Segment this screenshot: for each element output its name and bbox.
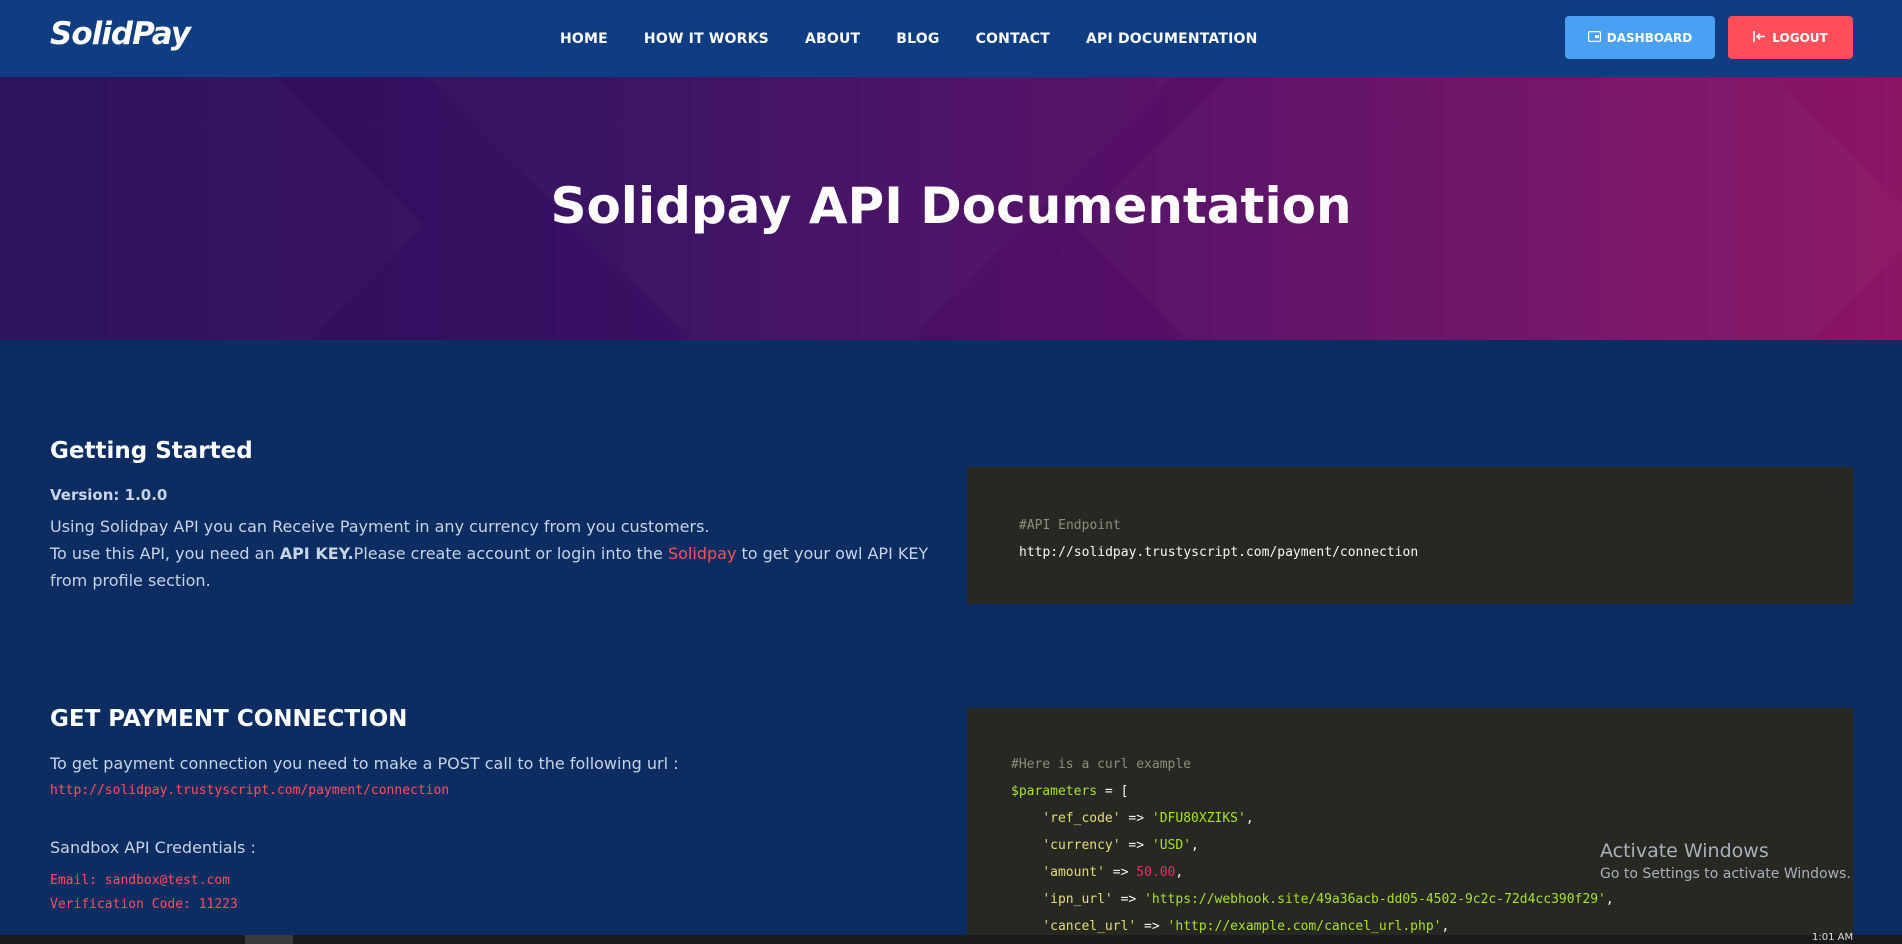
- param-key: 'ipn_url': [1042, 892, 1113, 907]
- nav-contact[interactable]: CONTACT: [976, 31, 1050, 47]
- nav-blog[interactable]: BLOG: [896, 31, 939, 47]
- taskbar-item[interactable]: [245, 935, 293, 944]
- curl-code-block: #Here is a curl example $parameters = [ …: [967, 708, 1853, 944]
- solidpay-logo[interactable]: SolidPay: [50, 16, 191, 52]
- code-variable: $parameters: [1011, 784, 1098, 799]
- param-key: 'cancel_url': [1042, 919, 1137, 934]
- dashboard-button[interactable]: DASHBOARD: [1565, 16, 1715, 59]
- code-param-line: 'ref_code' => 'DFU80XZIKS',: [1042, 811, 1254, 826]
- post-url[interactable]: http://solidpay.trustyscript.com/payment…: [50, 783, 940, 798]
- endpoint-code-block: #API Endpoint http://solidpay.trustyscri…: [967, 467, 1853, 604]
- nav-home[interactable]: HOME: [560, 31, 608, 47]
- api-key-text: To use this API, you need an API KEY.Ple…: [50, 540, 940, 594]
- sandbox-verification-code: Verification Code: 11223: [50, 897, 238, 912]
- code-line: $parameters = [: [1011, 778, 1809, 805]
- api-key-strong: API KEY.: [279, 544, 354, 563]
- payment-connection-heading: GET PAYMENT CONNECTION: [50, 706, 408, 732]
- getting-started-heading: Getting Started: [50, 438, 253, 464]
- api-key-text-part: To use this API, you need an: [50, 544, 280, 563]
- nav-api-documentation[interactable]: API DOCUMENTATION: [1086, 31, 1258, 47]
- post-call-text: To get payment connection you need to ma…: [50, 754, 679, 773]
- page-title: Solidpay API Documentation: [550, 177, 1352, 235]
- hero-banner: Solidpay API Documentation: [0, 77, 1902, 340]
- param-value: 'https://webhook.site/49a36acb-dd05-4502…: [1144, 892, 1606, 907]
- param-value: 'USD': [1151, 838, 1192, 853]
- logout-button[interactable]: LOGOUT: [1728, 16, 1853, 59]
- code-comment: #Here is a curl example: [1011, 757, 1192, 772]
- nav-how-it-works[interactable]: HOW IT WORKS: [644, 31, 769, 47]
- dashboard-label: DASHBOARD: [1606, 30, 1693, 45]
- nav-about[interactable]: ABOUT: [805, 31, 860, 47]
- dashboard-icon: [1587, 30, 1601, 45]
- code-param-line: 'ipn_url' => 'https://webhook.site/49a36…: [1042, 892, 1614, 907]
- param-value: 'DFU80XZIKS': [1151, 811, 1246, 826]
- sandbox-label: Sandbox API Credentials :: [50, 838, 256, 857]
- taskbar-clock: 1:01 AM: [1812, 932, 1854, 943]
- sandbox-email: Email: sandbox@test.com: [50, 873, 231, 888]
- version-text: Version: 1.0.0: [50, 486, 168, 504]
- getting-started-section: Getting Started Version: 1.0.0 Using Sol…: [50, 438, 940, 594]
- param-value: 50.00: [1136, 865, 1176, 880]
- code-comment: #API Endpoint: [1019, 518, 1121, 533]
- api-key-text-part: Please create account or login into the: [353, 544, 668, 563]
- watermark-title: Activate Windows: [1600, 840, 1769, 862]
- param-key: 'ref_code': [1042, 811, 1121, 826]
- watermark-subtitle: Go to Settings to activate Windows.: [1600, 866, 1851, 882]
- os-taskbar: 1:01 AM: [0, 932, 1902, 944]
- solidpay-link[interactable]: Solidpay: [668, 544, 736, 563]
- payment-connection-section: GET PAYMENT CONNECTION To get payment co…: [50, 706, 940, 916]
- logout-icon: [1753, 30, 1766, 45]
- top-navbar: SolidPay HOME HOW IT WORKS ABOUT BLOG CO…: [0, 0, 1902, 77]
- logout-label: LOGOUT: [1772, 30, 1828, 45]
- intro-text: Using Solidpay API you can Receive Payme…: [50, 517, 710, 536]
- code-text: = [: [1097, 784, 1129, 799]
- param-key: 'currency': [1042, 838, 1121, 853]
- windows-activation-watermark: Activate Windows Go to Settings to activ…: [1600, 840, 1851, 882]
- param-value: 'http://example.com/cancel_url.php': [1167, 919, 1442, 934]
- param-key: 'amount': [1042, 865, 1105, 880]
- main-nav: HOME HOW IT WORKS ABOUT BLOG CONTACT API…: [542, 0, 1276, 77]
- endpoint-url: http://solidpay.trustyscript.com/payment…: [1019, 545, 1419, 560]
